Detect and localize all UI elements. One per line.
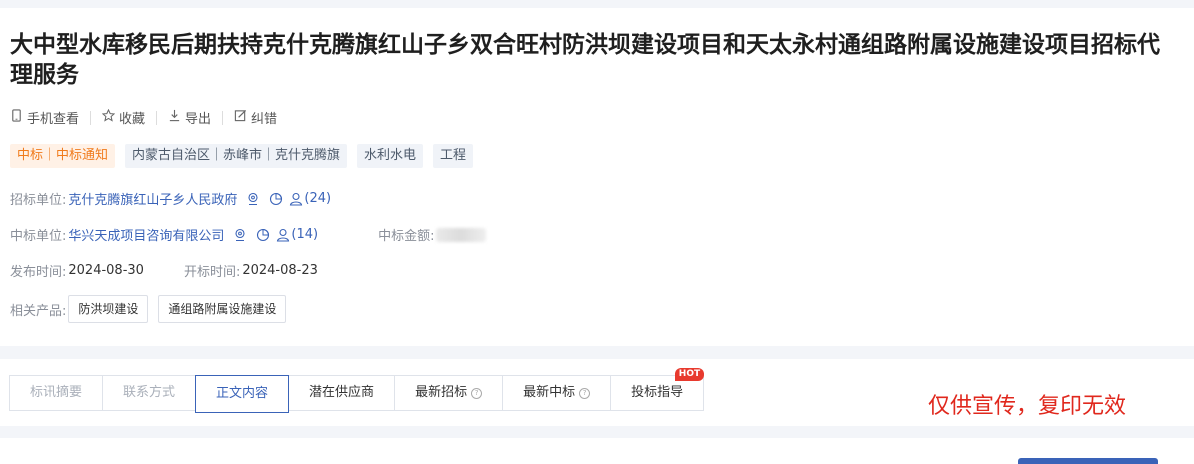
divider: [222, 110, 224, 125]
hot-badge: HOT: [674, 368, 705, 381]
favorite-label: 收藏: [119, 112, 146, 127]
download-icon: [168, 109, 181, 126]
action-bar: 手机查看 收藏 导出 纠错: [10, 108, 277, 127]
products-row: 相关产品: 防洪坝建设 通组路附属设施建设: [10, 295, 287, 323]
export-button[interactable]: 导出: [168, 108, 211, 127]
winner-label: 中标单位:: [10, 229, 67, 244]
open-date: 2024-08-23: [242, 263, 318, 278]
favorite-button[interactable]: 收藏: [101, 108, 146, 127]
report-error-button[interactable]: 纠错: [234, 108, 277, 127]
pie-chart-icon[interactable]: [256, 228, 270, 242]
tab-label: 投标指导: [631, 385, 684, 400]
bidder-row: 招标单位: 克什克腾旗红山子乡人民政府 (24): [10, 189, 331, 208]
product-tag[interactable]: 防洪坝建设: [68, 295, 149, 323]
bidder-count: (24): [304, 191, 332, 206]
tab-bid-guide[interactable]: 投标指导 HOT: [611, 368, 705, 410]
watermark-text: 仅供宣传，复印无效: [928, 394, 1127, 419]
category-tag[interactable]: 工程: [433, 144, 474, 168]
phone-icon: [10, 109, 23, 126]
person-icon: [277, 228, 290, 242]
notice-type-tag[interactable]: 中标｜中标通知: [10, 144, 116, 168]
mobile-view-button[interactable]: 手机查看: [10, 108, 79, 127]
tab-contact[interactable]: 联系方式: [103, 376, 197, 410]
tab-label: 标讯摘要: [30, 385, 83, 400]
page-title: 大中型水库移民后期扶持克什克腾旗红山子乡双合旺村防洪坝建设项目和天太永村通组路附…: [10, 32, 1160, 88]
product-tag[interactable]: 通组路附属设施建设: [158, 295, 287, 323]
tab-label: 潜在供应商: [309, 385, 375, 400]
tab-label: 正文内容: [216, 386, 269, 401]
bottom-button-edge[interactable]: [1018, 458, 1158, 464]
bidder-contacts[interactable]: (24): [289, 191, 331, 206]
person-icon: [290, 192, 303, 206]
detail-tabs: 标讯摘要 联系方式 正文内容 潜在供应商 最新招标? 最新中标? 投标指导 HOT: [9, 368, 705, 413]
tab-latest-bids[interactable]: 最新招标?: [395, 376, 504, 410]
mobile-view-label: 手机查看: [27, 112, 80, 127]
open-label: 开标时间:: [183, 265, 241, 280]
location-icon[interactable]: [233, 228, 247, 242]
dates-row: 发布时间: 2024-08-30 开标时间: 2024-08-23: [10, 261, 318, 280]
winner-row: 中标单位: 华兴天成项目咨询有限公司 (14) 中标金额:: [10, 225, 487, 244]
location-icon[interactable]: [246, 192, 260, 206]
tab-label: 最新招标: [415, 385, 468, 400]
amount-label: 中标金额:: [378, 229, 435, 244]
tab-summary[interactable]: 标讯摘要: [10, 376, 104, 410]
edit-icon: [234, 109, 247, 126]
help-icon: ?: [471, 387, 483, 399]
tab-content[interactable]: 正文内容: [195, 375, 290, 413]
divider: [156, 110, 158, 125]
publish-label: 发布时间:: [10, 265, 67, 280]
bidder-link[interactable]: 克什克腾旗红山子乡人民政府: [68, 189, 237, 208]
top-divider: [0, 0, 1194, 8]
star-icon: [101, 108, 116, 126]
products-label: 相关产品:: [10, 303, 67, 319]
winner-link[interactable]: 华兴天成项目咨询有限公司: [68, 225, 224, 244]
tab-latest-awards[interactable]: 最新中标?: [503, 376, 612, 410]
publish-date: 2024-08-30: [68, 263, 144, 278]
bidder-label: 招标单位:: [10, 193, 67, 208]
section-divider: [0, 346, 1194, 359]
help-icon: ?: [579, 387, 591, 399]
tag-list: 中标｜中标通知 内蒙古自治区｜赤峰市｜克什克腾旗 水利水电 工程: [10, 144, 474, 168]
region-tag[interactable]: 内蒙古自治区｜赤峰市｜克什克腾旗: [125, 144, 348, 168]
winner-contacts[interactable]: (14): [276, 227, 318, 242]
tab-label: 最新中标: [523, 385, 576, 400]
pie-chart-icon[interactable]: [269, 192, 283, 206]
tab-suppliers[interactable]: 潜在供应商: [289, 376, 396, 410]
export-label: 导出: [185, 112, 212, 127]
section-divider: [0, 426, 1194, 438]
amount-value-blurred: [436, 227, 487, 242]
tab-label: 联系方式: [123, 385, 176, 400]
winner-count: (14): [291, 227, 319, 242]
divider: [90, 110, 92, 125]
industry-tag[interactable]: 水利水电: [357, 144, 424, 168]
report-error-label: 纠错: [251, 112, 278, 127]
